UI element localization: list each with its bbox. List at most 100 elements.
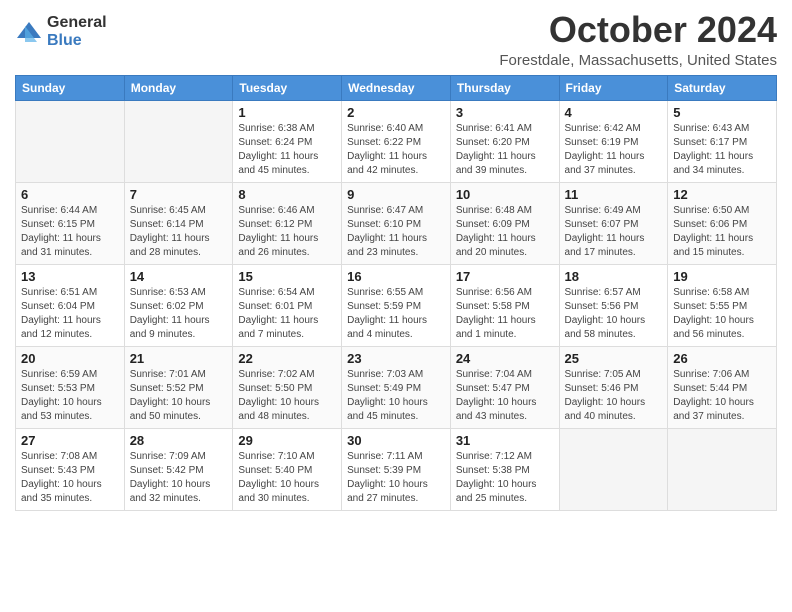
header: General Blue October 2024 Forestdale, Ma… bbox=[15, 10, 777, 69]
calendar-day-29: 29 Sunrise: 7:10 AMSunset: 5:40 PMDayligh… bbox=[233, 428, 342, 510]
calendar-day-12: 12 Sunrise: 6:50 AMSunset: 6:06 PMDayligh… bbox=[668, 182, 777, 264]
day-info: Sunrise: 6:42 AMSunset: 6:19 PMDaylight:… bbox=[565, 122, 663, 178]
day-number: 24 bbox=[456, 351, 554, 366]
day-info: Sunrise: 6:38 AMSunset: 6:24 PMDaylight:… bbox=[238, 122, 336, 178]
calendar-day-5: 5 Sunrise: 6:43 AMSunset: 6:17 PMDaylight… bbox=[668, 100, 777, 182]
month-title: October 2024 bbox=[499, 10, 777, 50]
day-number: 18 bbox=[565, 269, 663, 284]
day-info: Sunrise: 6:41 AMSunset: 6:20 PMDaylight:… bbox=[456, 122, 554, 178]
day-info: Sunrise: 7:06 AMSunset: 5:44 PMDaylight:… bbox=[673, 368, 771, 424]
day-info: Sunrise: 7:12 AMSunset: 5:38 PMDaylight:… bbox=[456, 450, 554, 506]
day-info: Sunrise: 7:08 AMSunset: 5:43 PMDaylight:… bbox=[21, 450, 119, 506]
day-number: 6 bbox=[21, 187, 119, 202]
day-info: Sunrise: 6:45 AMSunset: 6:14 PMDaylight:… bbox=[130, 204, 228, 260]
calendar-day-1: 1 Sunrise: 6:38 AMSunset: 6:24 PMDaylight… bbox=[233, 100, 342, 182]
calendar-day-9: 9Sunrise: 6:47 AMSunset: 6:10 PMDaylight… bbox=[342, 182, 451, 264]
day-number: 5 bbox=[673, 105, 771, 120]
logo: General Blue bbox=[15, 14, 107, 49]
calendar-day-2: 2 Sunrise: 6:40 AMSunset: 6:22 PMDaylight… bbox=[342, 100, 451, 182]
calendar-week-1: 1 Sunrise: 6:38 AMSunset: 6:24 PMDaylight… bbox=[16, 100, 777, 182]
calendar-day-26: 26 Sunrise: 7:06 AMSunset: 5:44 PMDayligh… bbox=[668, 346, 777, 428]
day-number: 31 bbox=[456, 433, 554, 448]
calendar-day-20: 20 Sunrise: 6:59 AMSunset: 5:53 PMDayligh… bbox=[16, 346, 125, 428]
column-header-sunday: Sunday bbox=[16, 75, 125, 100]
calendar-day-14: 14Sunrise: 6:53 AMSunset: 6:02 PMDayligh… bbox=[124, 264, 233, 346]
day-number: 16 bbox=[347, 269, 445, 284]
column-header-thursday: Thursday bbox=[450, 75, 559, 100]
day-number: 27 bbox=[21, 433, 119, 448]
day-info: Sunrise: 6:47 AMSunset: 6:10 PMDaylight:… bbox=[347, 204, 445, 260]
calendar-day-25: 25 Sunrise: 7:05 AMSunset: 5:46 PMDayligh… bbox=[559, 346, 668, 428]
calendar-day-18: 18 Sunrise: 6:57 AMSunset: 5:56 PMDayligh… bbox=[559, 264, 668, 346]
calendar-day-16: 16 Sunrise: 6:55 AMSunset: 5:59 PMDayligh… bbox=[342, 264, 451, 346]
day-number: 23 bbox=[347, 351, 445, 366]
calendar-table: SundayMondayTuesdayWednesdayThursdayFrid… bbox=[15, 75, 777, 511]
day-info: Sunrise: 7:01 AMSunset: 5:52 PMDaylight:… bbox=[130, 368, 228, 424]
calendar-day-empty bbox=[124, 100, 233, 182]
day-info: Sunrise: 6:46 AMSunset: 6:12 PMDaylight:… bbox=[238, 204, 336, 260]
day-info: Sunrise: 7:11 AMSunset: 5:39 PMDaylight:… bbox=[347, 450, 445, 506]
calendar-day-22: 22 Sunrise: 7:02 AMSunset: 5:50 PMDayligh… bbox=[233, 346, 342, 428]
day-info: Sunrise: 6:57 AMSunset: 5:56 PMDaylight:… bbox=[565, 286, 663, 342]
calendar-day-empty bbox=[668, 428, 777, 510]
day-info: Sunrise: 6:59 AMSunset: 5:53 PMDaylight:… bbox=[21, 368, 119, 424]
day-info: Sunrise: 7:05 AMSunset: 5:46 PMDaylight:… bbox=[565, 368, 663, 424]
day-info: Sunrise: 6:44 AMSunset: 6:15 PMDaylight:… bbox=[21, 204, 119, 260]
calendar-week-5: 27 Sunrise: 7:08 AMSunset: 5:43 PMDayligh… bbox=[16, 428, 777, 510]
day-info: Sunrise: 6:49 AMSunset: 6:07 PMDaylight:… bbox=[565, 204, 663, 260]
day-number: 3 bbox=[456, 105, 554, 120]
column-header-wednesday: Wednesday bbox=[342, 75, 451, 100]
calendar-day-17: 17Sunrise: 6:56 AMSunset: 5:58 PMDayligh… bbox=[450, 264, 559, 346]
calendar-day-3: 3 Sunrise: 6:41 AMSunset: 6:20 PMDaylight… bbox=[450, 100, 559, 182]
calendar-day-13: 13Sunrise: 6:51 AMSunset: 6:04 PMDayligh… bbox=[16, 264, 125, 346]
day-info: Sunrise: 7:04 AMSunset: 5:47 PMDaylight:… bbox=[456, 368, 554, 424]
day-info: Sunrise: 7:09 AMSunset: 5:42 PMDaylight:… bbox=[130, 450, 228, 506]
day-info: Sunrise: 6:43 AMSunset: 6:17 PMDaylight:… bbox=[673, 122, 771, 178]
day-number: 15 bbox=[238, 269, 336, 284]
day-info: Sunrise: 6:48 AMSunset: 6:09 PMDaylight:… bbox=[456, 204, 554, 260]
day-number: 21 bbox=[130, 351, 228, 366]
day-number: 7 bbox=[130, 187, 228, 202]
logo-blue-text: Blue bbox=[47, 32, 107, 50]
column-header-monday: Monday bbox=[124, 75, 233, 100]
calendar-day-empty bbox=[559, 428, 668, 510]
day-info: Sunrise: 6:50 AMSunset: 6:06 PMDaylight:… bbox=[673, 204, 771, 260]
calendar-day-24: 24 Sunrise: 7:04 AMSunset: 5:47 PMDayligh… bbox=[450, 346, 559, 428]
calendar-day-6: 6 Sunrise: 6:44 AMSunset: 6:15 PMDaylight… bbox=[16, 182, 125, 264]
day-number: 22 bbox=[238, 351, 336, 366]
column-header-tuesday: Tuesday bbox=[233, 75, 342, 100]
day-number: 11 bbox=[565, 187, 663, 202]
calendar-day-15: 15Sunrise: 6:54 AMSunset: 6:01 PMDayligh… bbox=[233, 264, 342, 346]
calendar-week-2: 6 Sunrise: 6:44 AMSunset: 6:15 PMDaylight… bbox=[16, 182, 777, 264]
calendar-day-30: 30 Sunrise: 7:11 AMSunset: 5:39 PMDayligh… bbox=[342, 428, 451, 510]
day-number: 30 bbox=[347, 433, 445, 448]
day-info: Sunrise: 7:10 AMSunset: 5:40 PMDaylight:… bbox=[238, 450, 336, 506]
day-number: 13 bbox=[21, 269, 119, 284]
day-info: Sunrise: 6:55 AMSunset: 5:59 PMDaylight:… bbox=[347, 286, 445, 342]
day-info: Sunrise: 6:40 AMSunset: 6:22 PMDaylight:… bbox=[347, 122, 445, 178]
calendar-day-8: 8 Sunrise: 6:46 AMSunset: 6:12 PMDaylight… bbox=[233, 182, 342, 264]
day-number: 29 bbox=[238, 433, 336, 448]
calendar-day-7: 7 Sunrise: 6:45 AMSunset: 6:14 PMDaylight… bbox=[124, 182, 233, 264]
day-info: Sunrise: 7:03 AMSunset: 5:49 PMDaylight:… bbox=[347, 368, 445, 424]
day-number: 26 bbox=[673, 351, 771, 366]
day-number: 2 bbox=[347, 105, 445, 120]
day-number: 20 bbox=[21, 351, 119, 366]
calendar-day-27: 27 Sunrise: 7:08 AMSunset: 5:43 PMDayligh… bbox=[16, 428, 125, 510]
day-info: Sunrise: 7:02 AMSunset: 5:50 PMDaylight:… bbox=[238, 368, 336, 424]
calendar-week-4: 20 Sunrise: 6:59 AMSunset: 5:53 PMDayligh… bbox=[16, 346, 777, 428]
location-title: Forestdale, Massachusetts, United States bbox=[499, 52, 777, 69]
logo-general-text: General bbox=[47, 14, 107, 32]
calendar-day-31: 31 Sunrise: 7:12 AMSunset: 5:38 PMDayligh… bbox=[450, 428, 559, 510]
day-number: 12 bbox=[673, 187, 771, 202]
calendar-header-row: SundayMondayTuesdayWednesdayThursdayFrid… bbox=[16, 75, 777, 100]
column-header-friday: Friday bbox=[559, 75, 668, 100]
day-number: 8 bbox=[238, 187, 336, 202]
calendar-day-4: 4Sunrise: 6:42 AMSunset: 6:19 PMDaylight… bbox=[559, 100, 668, 182]
calendar-day-10: 10Sunrise: 6:48 AMSunset: 6:09 PMDayligh… bbox=[450, 182, 559, 264]
calendar-day-11: 11 Sunrise: 6:49 AMSunset: 6:07 PMDayligh… bbox=[559, 182, 668, 264]
day-number: 25 bbox=[565, 351, 663, 366]
column-header-saturday: Saturday bbox=[668, 75, 777, 100]
day-number: 28 bbox=[130, 433, 228, 448]
day-number: 1 bbox=[238, 105, 336, 120]
